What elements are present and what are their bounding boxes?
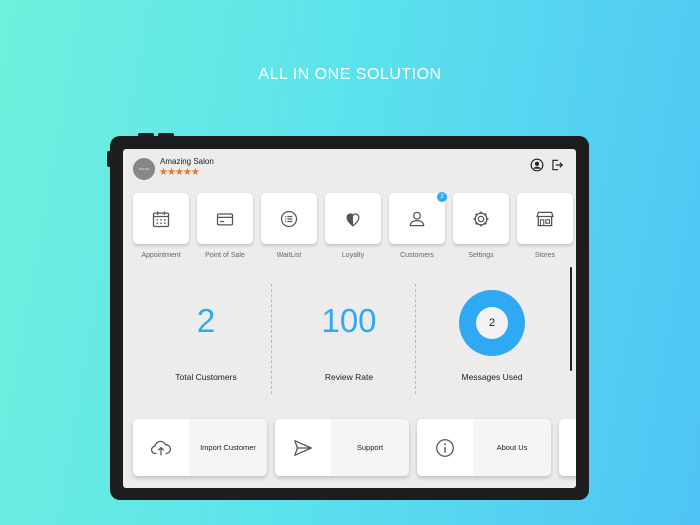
tile-label: Customers — [400, 252, 434, 259]
messages-used-value: 2 — [476, 307, 508, 339]
tile-customers[interactable]: 2 Customers — [389, 192, 453, 259]
list-icon — [280, 210, 298, 227]
customers-badge: 2 — [437, 192, 447, 202]
gear-icon — [473, 211, 489, 226]
store-avatar[interactable]: SALON — [133, 158, 155, 180]
logout-icon[interactable] — [550, 158, 564, 172]
import-customer-button[interactable]: Import Customer — [133, 419, 267, 476]
tile-appointment[interactable]: Appointment — [133, 193, 197, 259]
feature-tiles: Appointment Point of Sale WaitList Loyal… — [133, 192, 576, 273]
headline: ALL IN ONE SOLUTION — [258, 66, 442, 83]
tablet-frame: SALON Amazing Salon ★★★★★ Appointment Po… — [107, 133, 589, 500]
app-screen: SALON Amazing Salon ★★★★★ Appointment Po… — [123, 149, 576, 488]
stat-review-rate[interactable]: 100 Review Rate — [273, 282, 425, 394]
app-header: SALON Amazing Salon ★★★★★ — [123, 149, 576, 189]
credit-card-icon — [216, 212, 234, 225]
rating-stars: ★★★★★ — [159, 167, 200, 178]
total-customers-value: 2 — [196, 302, 216, 339]
info-icon — [436, 438, 454, 457]
messages-donut: 2 — [459, 290, 525, 356]
more-action-card[interactable] — [559, 419, 576, 476]
store-name: Amazing Salon — [160, 157, 214, 166]
stat-total-customers[interactable]: 2 Total Customers — [133, 282, 279, 394]
person-icon — [409, 211, 425, 226]
messages-used-label: Messages Used — [461, 372, 523, 382]
total-customers-label: Total Customers — [175, 372, 237, 382]
tile-settings[interactable]: Settings — [453, 193, 517, 259]
review-rate-label: Review Rate — [324, 372, 374, 382]
tablet-button — [158, 133, 174, 137]
tile-label: Appointment — [141, 252, 181, 259]
calendar-icon — [152, 211, 170, 227]
about-us-button[interactable]: About Us — [417, 419, 551, 476]
tile-label: Settings — [468, 252, 494, 259]
tablet-button — [138, 133, 154, 137]
support-label: Support — [356, 443, 384, 452]
tablet-side-button — [107, 151, 111, 167]
account-icon[interactable] — [530, 158, 544, 172]
divider — [271, 284, 272, 394]
review-rate-value: 100 — [321, 302, 377, 339]
tile-waitlist[interactable]: WaitList — [261, 193, 325, 259]
tile-label: Loyalty — [341, 252, 365, 259]
tile-label: Point of Sale — [205, 252, 245, 259]
cloud-upload-icon — [150, 440, 172, 455]
support-button[interactable]: Support — [275, 419, 409, 476]
tile-label: Stores — [534, 252, 556, 259]
scrollbar[interactable] — [570, 267, 572, 371]
store-icon — [536, 211, 554, 226]
tile-point-of-sale[interactable]: Point of Sale — [197, 193, 261, 259]
tile-loyalty[interactable]: Loyalty — [325, 193, 389, 259]
about-us-label: About Us — [496, 443, 528, 452]
send-icon — [294, 439, 312, 456]
tile-label: WaitList — [276, 252, 302, 259]
heart-icon — [346, 212, 360, 226]
tile-stores[interactable]: Stores — [517, 193, 576, 259]
import-customer-label: Import Customer — [200, 443, 256, 452]
stat-messages-used[interactable]: 2 Messages Used — [415, 282, 569, 394]
